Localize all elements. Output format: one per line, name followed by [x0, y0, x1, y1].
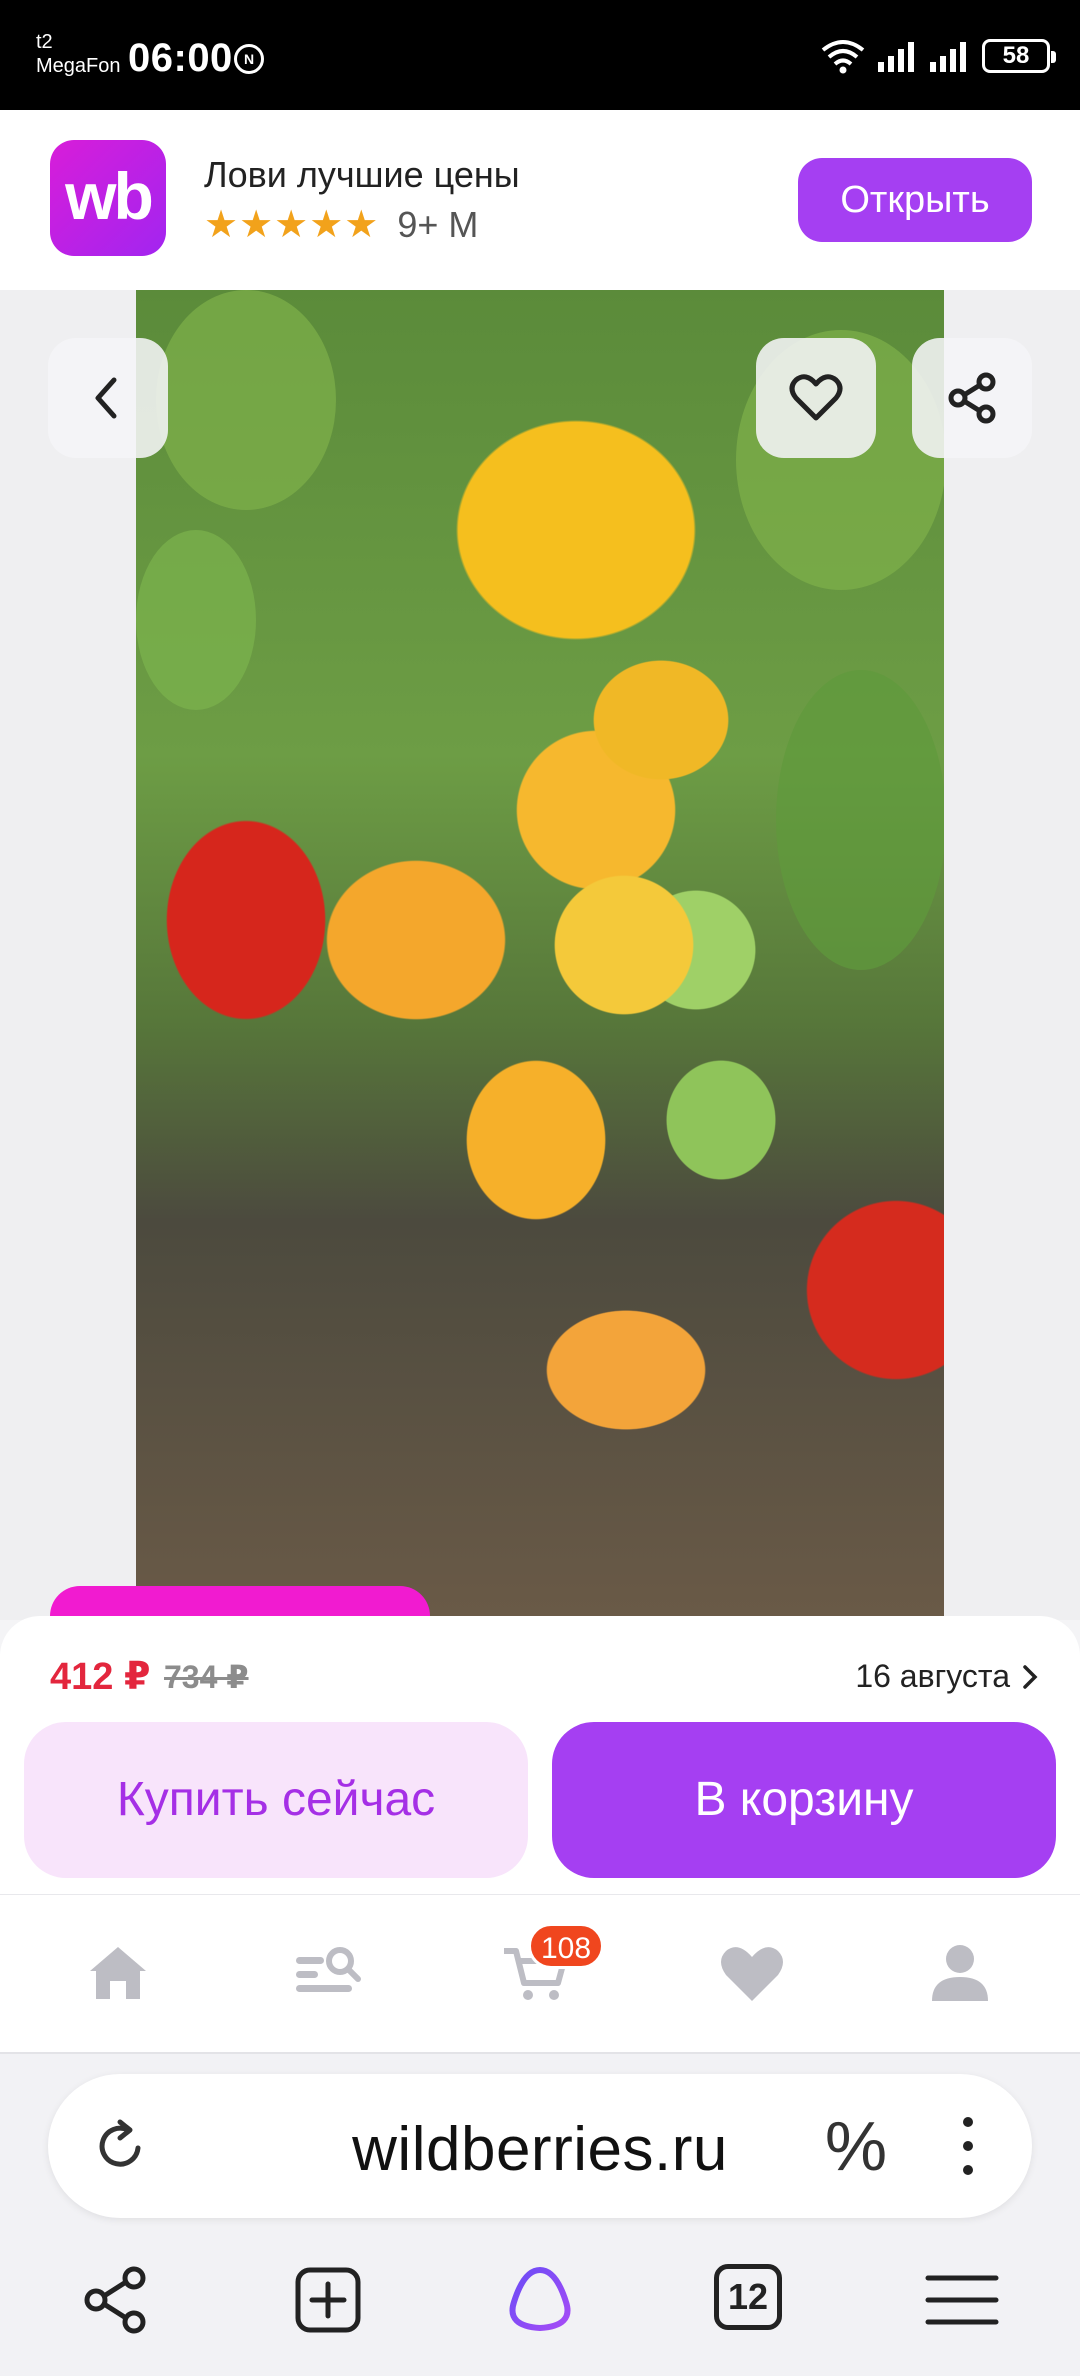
battery-icon: 58 [982, 39, 1056, 73]
buy-now-button[interactable]: Купить сейчас [24, 1722, 528, 1878]
current-price: 412 ₽ [50, 1656, 151, 1698]
share-icon [948, 372, 996, 424]
percent-icon[interactable]: % [818, 2108, 894, 2184]
home-icon [90, 1947, 146, 1999]
buy-sheet: 412 ₽ 734 ₽ 16 августа Купить сейчас В к… [0, 1616, 1080, 1894]
carrier-line-1: t2 [36, 31, 53, 53]
share-icon [84, 2266, 146, 2334]
browser-share[interactable] [76, 2260, 156, 2340]
new-tab-icon [295, 2267, 361, 2333]
rating-count: 9+ M [397, 203, 479, 245]
more-icon[interactable] [948, 2110, 988, 2182]
browser-menu[interactable] [922, 2260, 1002, 2340]
carrier: t2 MegaFon [36, 30, 121, 78]
chevron-right-icon [1023, 1664, 1038, 1689]
product-gallery[interactable] [0, 290, 1080, 1620]
signal-icon [878, 42, 914, 72]
nav-favorites[interactable] [712, 1933, 792, 2013]
old-price: 734 ₽ [164, 1659, 249, 1695]
heart-icon [789, 374, 843, 421]
share-button[interactable] [912, 338, 1032, 458]
profile-icon [932, 1945, 988, 2001]
browser-alice[interactable] [500, 2260, 580, 2340]
screen: t2 MegaFon 06:00 N 58 wb Лови лучшие цен… [0, 0, 1080, 2376]
banner-title: Лови лучшие цены [204, 154, 520, 195]
open-app-button[interactable]: Открыть [798, 158, 1032, 242]
promo-badge [50, 1586, 430, 1620]
favorite-button[interactable] [756, 338, 876, 458]
product-photo[interactable] [136, 290, 944, 1620]
system-icons: 58 [820, 38, 1056, 74]
tabs-icon[interactable]: 12 [714, 2264, 782, 2330]
browser-chrome: wildberries.ru % 12 [0, 2054, 1080, 2376]
delivery-date-label: 16 августа [855, 1658, 1010, 1694]
menu-icon [925, 2275, 999, 2325]
nfc-icon: N [234, 44, 264, 74]
cart-badge: 108 [528, 1923, 605, 1969]
alice-icon [509, 2266, 571, 2332]
nav-home[interactable] [78, 1933, 158, 2013]
chevron-left-icon [95, 377, 117, 419]
nav-profile[interactable] [920, 1933, 1000, 2013]
nav-catalog[interactable] [288, 1933, 368, 2013]
rating-stars: ★★★★★ [204, 204, 380, 246]
address-bar[interactable]: wildberries.ru % [48, 2074, 1032, 2218]
app-banner: wb Лови лучшие цены ★★★★★ 9+ M Открыть [0, 110, 1080, 290]
back-button[interactable] [48, 338, 168, 458]
add-to-cart-button[interactable]: В корзину [552, 1722, 1056, 1878]
signal-icon-2 [930, 42, 966, 72]
app-bottom-nav: 108 [0, 1894, 1080, 2054]
clock: 06:00 [128, 36, 233, 80]
favorites-icon [721, 1947, 783, 2001]
carrier-line-2: MegaFon [36, 55, 121, 77]
wifi-icon [821, 40, 865, 74]
delivery-date[interactable]: 16 августа [855, 1658, 1040, 1695]
banner-rating: ★★★★★ 9+ M [204, 202, 478, 247]
catalog-search-icon [296, 1947, 361, 1992]
wb-logo[interactable]: wb [50, 140, 166, 256]
browser-new-tab[interactable] [288, 2260, 368, 2340]
status-bar: t2 MegaFon 06:00 N 58 [0, 0, 1080, 110]
